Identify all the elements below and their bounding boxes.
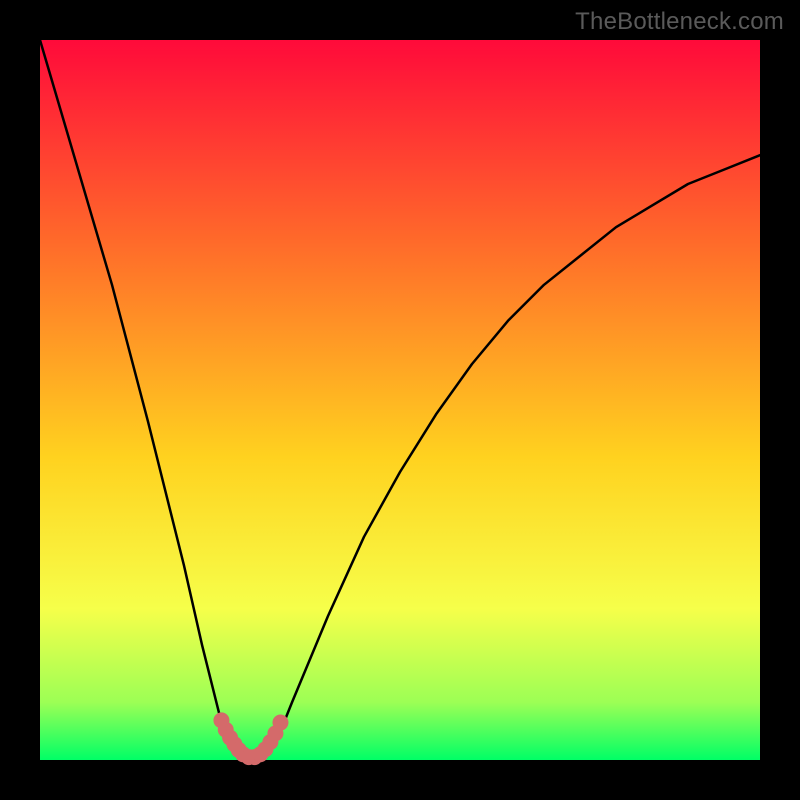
valley-marker: [272, 715, 288, 731]
chart-svg: [40, 40, 760, 760]
watermark-text: TheBottleneck.com: [575, 8, 784, 36]
bottleneck-curve: [40, 40, 760, 760]
outer-frame: TheBottleneck.com: [0, 0, 800, 800]
valley-markers: [213, 712, 288, 765]
